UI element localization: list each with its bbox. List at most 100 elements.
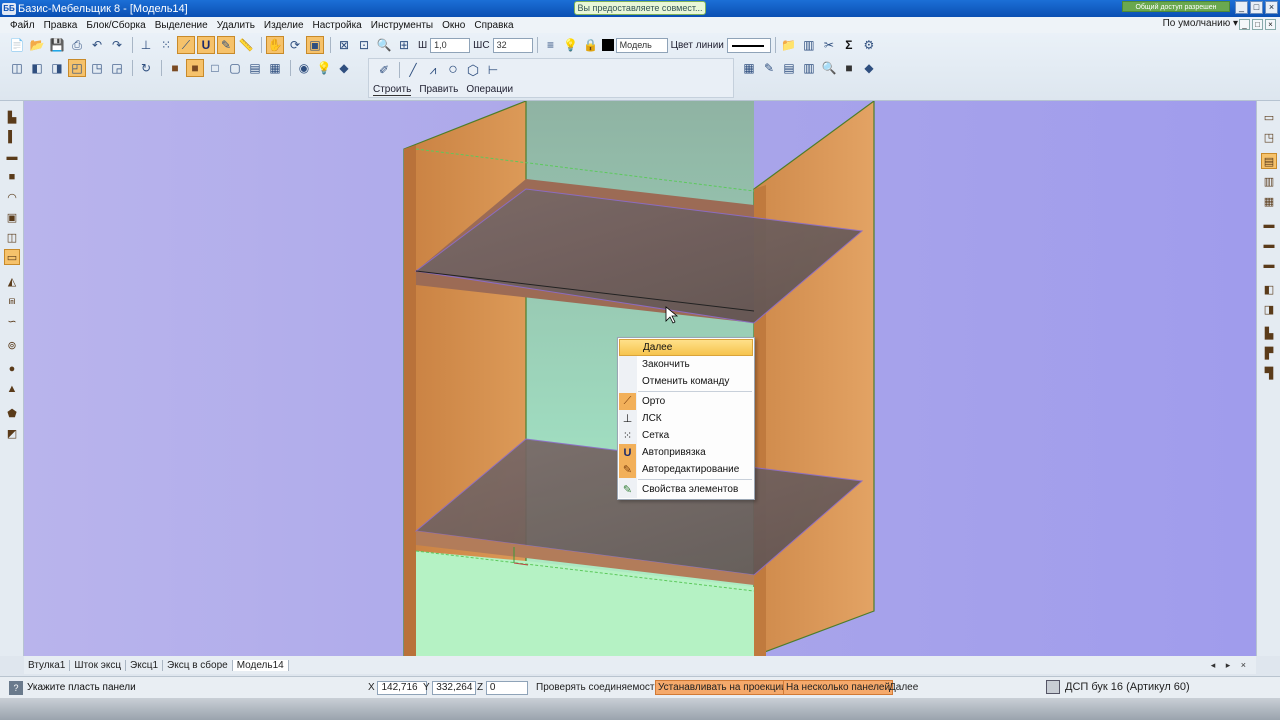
menu-delete[interactable]: Удалить xyxy=(217,20,255,31)
circle-tool-icon[interactable]: ○ xyxy=(444,61,462,79)
tab-operations[interactable]: Операции xyxy=(466,84,513,96)
table-icon[interactable]: ▤ xyxy=(780,59,798,77)
mdi-minimize-button[interactable]: _ xyxy=(1239,19,1250,30)
doc-tab-eccentric[interactable]: Эксц1 xyxy=(126,659,164,671)
menu-tools[interactable]: Инструменты xyxy=(371,20,433,31)
cone-icon[interactable]: ▲ xyxy=(4,381,20,397)
doc-tab-nav[interactable]: ◂ ▸ × xyxy=(1211,660,1250,671)
groove-icon[interactable]: ▙ xyxy=(1261,325,1277,341)
extrude-icon[interactable]: ⬟ xyxy=(4,405,20,421)
facade-icon[interactable]: ▤ xyxy=(1261,153,1277,169)
current-material[interactable]: ДСП бук 16 (Артикул 60) xyxy=(1046,680,1190,694)
panel-shelf-icon[interactable]: ▭ xyxy=(4,249,20,265)
view-iso-icon[interactable]: ◰ xyxy=(68,59,86,77)
rotate-icon[interactable]: ↻ xyxy=(137,59,155,77)
panel-vertical-icon[interactable]: ▌ xyxy=(4,129,20,145)
material-icon[interactable]: ◆ xyxy=(335,59,353,77)
grid-icon[interactable]: ⁙ xyxy=(157,36,175,54)
panel-back-icon[interactable]: ■ xyxy=(4,169,20,185)
edit-props-icon[interactable]: ✎ xyxy=(760,59,778,77)
panel-curved-icon[interactable]: ◠ xyxy=(4,189,20,205)
render-wire-icon[interactable]: □ xyxy=(206,59,224,77)
polyline-tool-icon[interactable]: ⩘ xyxy=(424,61,442,79)
view-top-icon[interactable]: ◧ xyxy=(28,59,46,77)
edge-band-2-icon[interactable]: ▬ xyxy=(1261,237,1277,253)
maximize-button[interactable]: □ xyxy=(1250,1,1263,14)
coord-x-field[interactable]: 142,716 xyxy=(377,681,428,695)
new-file-icon[interactable]: 📄 xyxy=(8,36,26,54)
sum-icon[interactable]: Σ xyxy=(840,36,858,54)
addons-icon[interactable]: ⚙ xyxy=(860,36,878,54)
lock-icon[interactable]: 🔒 xyxy=(582,36,600,54)
tools-icon[interactable]: ✂ xyxy=(820,36,838,54)
hexagon-tool-icon[interactable]: ⬡ xyxy=(464,61,482,79)
ctx-autosnap[interactable]: U Автопривязка xyxy=(619,444,753,461)
camera-icon[interactable]: ◉ xyxy=(295,59,313,77)
open-folder-icon[interactable]: 📂 xyxy=(28,36,46,54)
print-icon[interactable]: ⎙ xyxy=(68,36,86,54)
pan-icon[interactable]: ⊞ xyxy=(395,36,413,54)
groove-2-icon[interactable]: ▛ xyxy=(1261,345,1277,361)
render-solid-icon[interactable]: ■ xyxy=(166,59,184,77)
lcs-icon[interactable]: ⊥ xyxy=(137,36,155,54)
menu-product[interactable]: Изделие xyxy=(264,20,304,31)
zoom-icon[interactable]: 🔍 xyxy=(375,36,393,54)
layers-icon[interactable]: ≡ xyxy=(542,36,560,54)
ctx-next[interactable]: Далее xyxy=(619,339,753,356)
edge-band-icon[interactable]: ▬ xyxy=(1261,217,1277,233)
zoom-extents-icon[interactable]: ⊠ xyxy=(335,36,353,54)
measure-icon[interactable]: 📏 xyxy=(237,36,255,54)
render-edges-icon[interactable]: ▤ xyxy=(246,59,264,77)
orbit-icon[interactable]: ⟳ xyxy=(286,36,304,54)
door-icon[interactable]: ◳ xyxy=(1261,129,1277,145)
coord-z-field[interactable]: 0 xyxy=(485,681,528,695)
catalog-icon[interactable]: ◆ xyxy=(860,59,878,77)
doc-tab-eccentric-assembly[interactable]: Эксц в сборе xyxy=(163,659,233,671)
facade-split-icon[interactable]: ▥ xyxy=(1261,173,1277,189)
view-back-icon[interactable]: ◲ xyxy=(108,59,126,77)
inspect-icon[interactable]: 🔍 xyxy=(820,59,838,77)
render-shaded-icon[interactable]: ■ xyxy=(186,59,204,77)
doc-tab-eccentric-rod[interactable]: Шток эксц xyxy=(70,659,127,671)
redo-icon[interactable]: ↷ xyxy=(108,36,126,54)
view-right-icon[interactable]: ◳ xyxy=(88,59,106,77)
preset-dropdown[interactable]: По умолчанию ▾ xyxy=(1163,18,1238,29)
doc-tab-model14[interactable]: Модель14 xyxy=(232,659,289,671)
render-hidden-icon[interactable]: ▢ xyxy=(226,59,244,77)
render-section-icon[interactable]: ▦ xyxy=(266,59,284,77)
close-button[interactable]: × xyxy=(1265,1,1278,14)
color-swatch-icon[interactable] xyxy=(601,39,614,51)
facade-delete-icon[interactable]: ▦ xyxy=(1261,193,1277,209)
sharing-notification[interactable]: Вы предоставляете совмест... xyxy=(574,1,706,15)
panel-split-icon[interactable]: ◫ xyxy=(4,229,20,245)
fastener-icon[interactable]: ⊚ xyxy=(4,337,20,353)
menu-edit[interactable]: Правка xyxy=(44,20,78,31)
bulb-icon[interactable]: 💡 xyxy=(562,36,580,54)
cut-icon[interactable]: ◧ xyxy=(1261,281,1277,297)
edge-band-remove-icon[interactable]: ▬ xyxy=(1261,257,1277,273)
ctx-properties[interactable]: ✎ Свойства элементов xyxy=(619,481,753,498)
minimize-button[interactable]: _ xyxy=(1235,1,1248,14)
ctx-finish[interactable]: Закончить xyxy=(619,356,753,373)
view-left-icon[interactable]: ◨ xyxy=(48,59,66,77)
check-connections-option[interactable]: Проверять соединяемость xyxy=(536,682,660,693)
tab-edit[interactable]: Править xyxy=(419,84,458,96)
step-field[interactable]: 1,0 xyxy=(430,37,471,53)
layout-icon[interactable]: ▦ xyxy=(740,59,758,77)
drawer-icon[interactable]: ▭ xyxy=(1261,109,1277,125)
view-hand-icon[interactable]: ✋ xyxy=(266,36,284,54)
ctx-ortho[interactable]: ⟋ Орто xyxy=(619,393,753,410)
light-icon[interactable]: 💡 xyxy=(315,59,333,77)
grid-step-field[interactable]: 32 xyxy=(492,37,533,53)
mdi-restore-button[interactable]: □ xyxy=(1252,19,1263,30)
zoom-frame-icon[interactable]: ▣ xyxy=(306,36,324,54)
doc-tab-bushing[interactable]: Втулка1 xyxy=(24,659,71,671)
sphere-icon[interactable]: ● xyxy=(4,361,20,377)
bend-icon[interactable]: ∽ xyxy=(4,313,20,329)
panel-frame-icon[interactable]: ▣ xyxy=(4,209,20,225)
ctx-autoedit[interactable]: ✎ Авторедактирование xyxy=(619,461,753,478)
folder-icon[interactable]: 📁 xyxy=(780,36,798,54)
tab-build[interactable]: Строить xyxy=(373,84,412,96)
menu-window[interactable]: Окно xyxy=(442,20,465,31)
cabinet-icon[interactable]: ▥ xyxy=(800,36,818,54)
